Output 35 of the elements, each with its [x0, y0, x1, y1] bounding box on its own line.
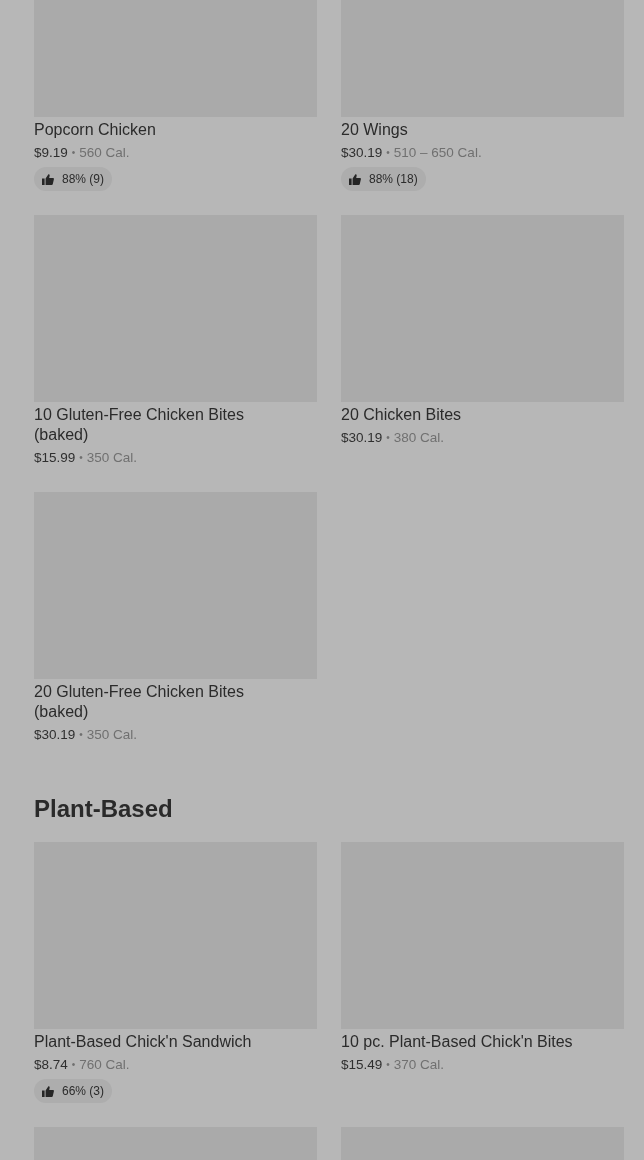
- item-name: 20 Wings: [341, 120, 409, 140]
- thumbs-up-icon: [42, 173, 54, 185]
- separator: •: [71, 1058, 76, 1072]
- rating-text: 88% (18): [369, 171, 418, 187]
- separator: •: [386, 146, 390, 160]
- item-name: 10 pc. Plant-Based Chick'n Bites: [341, 1032, 574, 1052]
- item-calories: 350 Cal.: [86, 449, 138, 467]
- thumbs-up-icon: [349, 173, 361, 185]
- item-price: $30.19: [341, 429, 383, 447]
- item-name: 20 Gluten-Free Chicken Bites (baked): [34, 682, 245, 722]
- item-price: $15.99: [34, 449, 76, 467]
- item-name: 20 Chicken Bites: [341, 405, 463, 425]
- item-price: $9.19: [34, 144, 68, 162]
- section-heading: Plant-Based: [34, 794, 174, 824]
- item-name: Popcorn Chicken: [34, 120, 157, 140]
- rating-text: 88% (9): [62, 171, 105, 187]
- separator: •: [79, 728, 83, 742]
- item-calories: 370 Cal.: [393, 1056, 445, 1074]
- item-price: $8.74: [34, 1056, 68, 1074]
- item-calories: 560 Cal.: [79, 144, 130, 162]
- item-calories: 380 Cal.: [393, 429, 445, 447]
- item-price: $15.49: [341, 1056, 383, 1074]
- thumbs-up-icon: [42, 1085, 54, 1097]
- item-name: Plant-Based Chick'n Sandwich: [34, 1032, 253, 1052]
- item-name: 10 Gluten-Free Chicken Bites (baked): [34, 405, 245, 445]
- item-calories: 510 – 650 Cal.: [393, 144, 482, 162]
- item-price: $30.19: [34, 726, 76, 744]
- item-calories: 350 Cal.: [86, 726, 138, 744]
- item-calories: 760 Cal.: [79, 1056, 130, 1074]
- separator: •: [79, 451, 83, 465]
- separator: •: [386, 431, 390, 445]
- separator: •: [71, 146, 76, 160]
- rating-text: 66% (3): [62, 1083, 105, 1099]
- item-price: $30.19: [341, 144, 383, 162]
- separator: •: [386, 1058, 390, 1072]
